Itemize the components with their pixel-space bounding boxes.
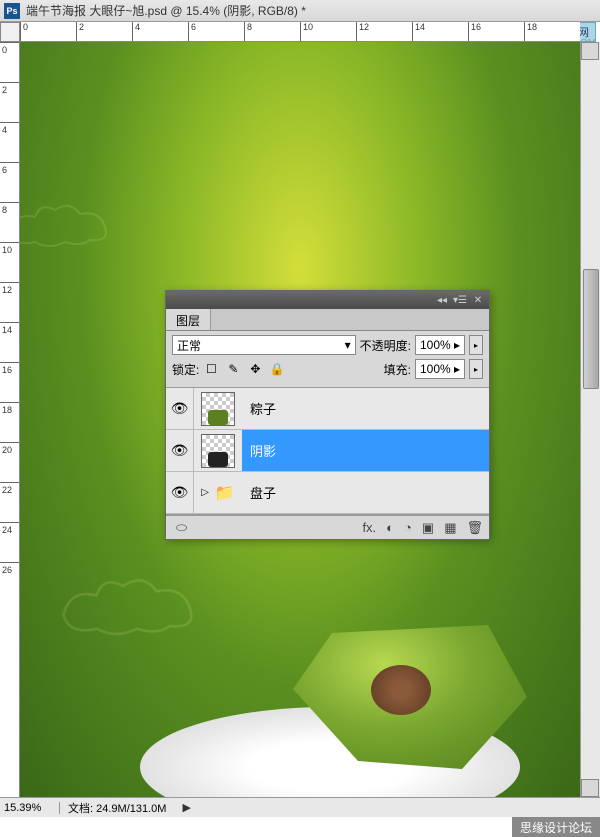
tab-layers[interactable]: 图层 — [166, 309, 211, 330]
lock-label: 锁定: — [172, 361, 199, 378]
zongzi-body — [280, 617, 540, 777]
title-bar: Ps 端午节海报 大眼仔~旭.psd @ 15.4% (阴影, RGB/8) * — [0, 0, 600, 22]
layer-name[interactable]: 盘子 — [242, 472, 489, 513]
cloud-decoration — [50, 562, 210, 645]
layer-thumbnail[interactable] — [201, 392, 235, 426]
panel-tabs: 图层 — [166, 309, 489, 331]
caret-icon: ▸ — [454, 362, 460, 376]
lock-position-icon[interactable]: ✥ — [247, 361, 263, 377]
mask-icon[interactable]: ◐ — [386, 520, 394, 535]
layers-panel[interactable]: ◂◂ ▾☰ ✕ 图层 正常 ▾ 不透明度: 100% ▸ ▸ 锁定: ☐ ✎ ✥… — [165, 290, 490, 540]
panel-footer: ⬭ fx. ◐ ◔ ▣ ▦ 🗑 — [166, 515, 489, 539]
panel-header[interactable]: ◂◂ ▾☰ ✕ — [166, 291, 489, 309]
watermark-bottom-badge: 思缘设计论坛 — [512, 817, 600, 837]
panel-menu-icon[interactable]: ▾☰ — [453, 294, 467, 306]
panel-controls: 正常 ▾ 不透明度: 100% ▸ ▸ 锁定: ☐ ✎ ✥ 🔒 填充: 100%… — [166, 331, 489, 387]
document-size-info[interactable]: 文档: 24.9M/131.0M — [60, 800, 174, 816]
scroll-thumb[interactable] — [583, 269, 599, 389]
link-layers-icon[interactable]: ⬭ — [176, 520, 187, 536]
lock-all-icon[interactable]: 🔒 — [269, 361, 285, 377]
eye-icon: 👁 — [171, 442, 189, 459]
lock-transparency-icon[interactable]: ☐ — [203, 361, 219, 377]
visibility-toggle[interactable]: 👁 — [166, 388, 194, 429]
adjustment-icon[interactable]: ◔ — [404, 520, 412, 535]
layer-row-plate-group[interactable]: 👁 ▷ 📁 盘子 — [166, 472, 489, 514]
info-menu-arrow-icайon[interactable]: ▶ — [182, 801, 190, 814]
group-expand-icon[interactable]: ▷ — [201, 487, 209, 498]
new-layer-icon[interactable]: ▦ — [444, 520, 456, 536]
visibility-toggle[interactable]: 👁 — [166, 472, 194, 513]
blend-mode-value: 正常 — [177, 337, 201, 354]
lock-pixels-icon[interactable]: ✎ — [225, 361, 241, 377]
fill-field[interactable]: 100% ▸ — [415, 359, 465, 379]
fx-icon[interactable]: fx. — [362, 520, 376, 535]
layer-row-zongzi[interactable]: 👁 粽子 — [166, 388, 489, 430]
scroll-up-arrow[interactable] — [581, 42, 599, 60]
opacity-field[interactable]: 100% ▸ — [415, 335, 465, 355]
close-icon[interactable]: ✕ — [471, 294, 485, 306]
group-icon[interactable]: ▣ — [422, 520, 434, 536]
eye-icon: 👁 — [171, 484, 189, 501]
dropdown-caret-icon: ▾ — [345, 338, 351, 352]
zoom-input[interactable]: 15.39% — [0, 802, 60, 814]
blend-mode-select[interactable]: 正常 ▾ — [172, 335, 356, 355]
document-title: 端午节海报 大眼仔~旭.psd @ 15.4% (阴影, RGB/8) * — [26, 2, 306, 19]
opacity-label: 不透明度: — [360, 337, 411, 354]
layer-name[interactable]: 粽子 — [242, 388, 489, 429]
trash-icon[interactable]: 🗑 — [466, 520, 483, 536]
layer-name[interactable]: 阴影 — [242, 430, 489, 471]
ruler-origin[interactable] — [0, 22, 20, 42]
scroll-down-arrow[interactable] — [581, 779, 599, 797]
opacity-slider-button[interactable]: ▸ — [469, 335, 483, 355]
visibility-toggle[interactable]: 👁 — [166, 430, 194, 471]
fill-label: 填充: — [384, 361, 411, 378]
vertical-ruler[interactable]: 0 2 4 6 8 10 12 14 16 18 20 22 24 26 — [0, 42, 20, 797]
collapse-icon[interactable]: ◂◂ — [435, 294, 449, 306]
photoshop-icon: Ps — [4, 3, 20, 19]
caret-icon: ▸ — [454, 338, 460, 352]
cloud-decoration — [20, 192, 120, 255]
layer-thumbnail[interactable] — [201, 434, 235, 468]
status-bar: 15.39% 文档: 24.9M/131.0M ▶ — [0, 797, 600, 817]
vertical-scrollbar[interactable] — [580, 42, 600, 797]
horizontal-ruler[interactable]: 0 2 4 6 8 10 12 14 16 18 — [20, 22, 580, 42]
eye-icon: 👁 — [171, 400, 189, 417]
folder-icon: 📁 — [215, 483, 235, 503]
zongzi-artwork — [200, 597, 580, 797]
fill-slider-button[interactable]: ▸ — [469, 359, 483, 379]
layers-list: 👁 粽子 👁 阴影 👁 ▷ 📁 盘子 — [166, 387, 489, 515]
layer-row-shadow[interactable]: 👁 阴影 — [166, 430, 489, 472]
